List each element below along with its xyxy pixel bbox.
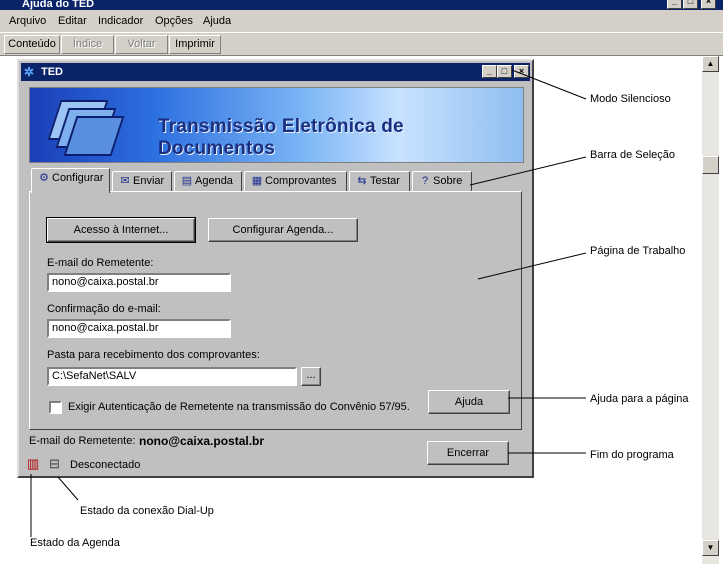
tab-configurar[interactable]: ⚙ Configurar: [31, 168, 110, 193]
annotation-work-page: Página de Trabalho: [590, 245, 686, 257]
gear-icon: ⚙: [39, 172, 49, 184]
annotation-selection-bar: Barra de Seleção: [590, 149, 675, 161]
annotation-page-help: Ajuda para a página: [590, 393, 689, 405]
annotation-end-program: Fim do programa: [590, 449, 674, 461]
annotation-silent-mode: Modo Silencioso: [590, 93, 671, 105]
annotation-dialup-state: Estado da conexão Dial-Up: [80, 505, 214, 517]
annotation-agenda-state: Estado da Agenda: [30, 537, 120, 549]
annotation-lines: [30, 69, 587, 537]
